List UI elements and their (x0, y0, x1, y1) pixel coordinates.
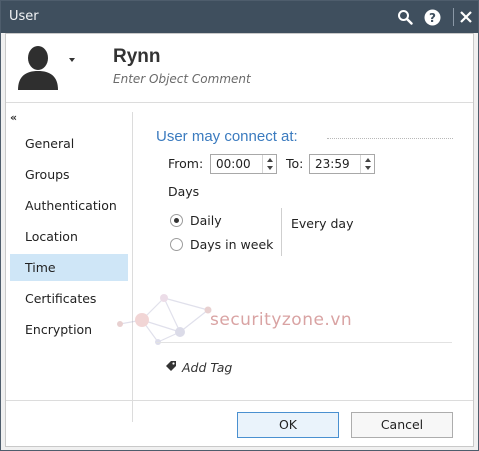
days-separator (281, 208, 282, 256)
dialog-content: Rynn Enter Object Comment « General Grou… (5, 33, 474, 447)
nav-item-general[interactable]: General (10, 130, 128, 157)
from-time-input[interactable]: 00:00 (210, 154, 277, 174)
from-label: From: (168, 156, 204, 171)
spin-down-icon[interactable] (365, 166, 371, 170)
collapse-nav-icon[interactable]: « (10, 111, 17, 124)
ok-button[interactable]: OK (237, 412, 339, 438)
header-divider (6, 102, 473, 103)
add-tag-link[interactable]: Add Tag (182, 360, 232, 375)
to-time-spinner[interactable] (360, 155, 374, 173)
watermark-text: securityzone.vn (210, 310, 353, 330)
nav-item-certificates[interactable]: Certificates (10, 285, 128, 312)
days-summary: Every day (291, 216, 354, 231)
nav-item-time[interactable]: Time (10, 254, 128, 281)
nav-item-groups[interactable]: Groups (10, 161, 128, 188)
help-icon[interactable]: ? (422, 7, 442, 27)
daily-label[interactable]: Daily (190, 213, 222, 228)
daily-radio[interactable] (170, 214, 183, 227)
close-icon[interactable] (456, 7, 476, 27)
svg-text:?: ? (429, 11, 436, 25)
nav-item-authentication[interactable]: Authentication (10, 192, 128, 219)
nav-item-encryption[interactable]: Encryption (10, 316, 128, 343)
spin-down-icon[interactable] (267, 166, 273, 170)
nav-divider (132, 112, 133, 422)
to-label: To: (286, 156, 304, 171)
section-title: User may connect at: (156, 128, 298, 145)
user-avatar-icon[interactable] (16, 44, 60, 92)
from-time-spinner[interactable] (262, 155, 276, 173)
object-header: Rynn Enter Object Comment (6, 34, 473, 102)
to-time-value: 23:59 (315, 157, 350, 171)
search-icon[interactable] (395, 7, 415, 27)
object-comment-field[interactable]: Enter Object Comment (113, 72, 251, 86)
days-in-week-radio[interactable] (170, 238, 183, 251)
object-name[interactable]: Rynn (113, 46, 161, 68)
tag-icon[interactable] (165, 360, 177, 372)
section-title-rule (327, 138, 453, 139)
tag-divider (156, 342, 452, 343)
nav-list: General Groups Authentication Location T… (10, 130, 128, 347)
days-in-week-label[interactable]: Days in week (190, 237, 273, 252)
days-label: Days (168, 184, 200, 199)
spin-up-icon[interactable] (365, 158, 371, 162)
user-dialog: User ? Rynn Enter Object Comment « Gener… (0, 0, 479, 451)
chevron-down-icon[interactable] (69, 58, 75, 62)
from-time-value: 00:00 (216, 157, 251, 171)
spin-up-icon[interactable] (267, 158, 273, 162)
nav-item-location[interactable]: Location (10, 223, 128, 250)
to-time-input[interactable]: 23:59 (309, 154, 375, 174)
titlebar-separator (453, 8, 454, 26)
window-title: User (9, 9, 39, 24)
title-bar: User ? (1, 1, 478, 33)
footer-divider (6, 400, 473, 401)
cancel-button[interactable]: Cancel (351, 412, 453, 438)
